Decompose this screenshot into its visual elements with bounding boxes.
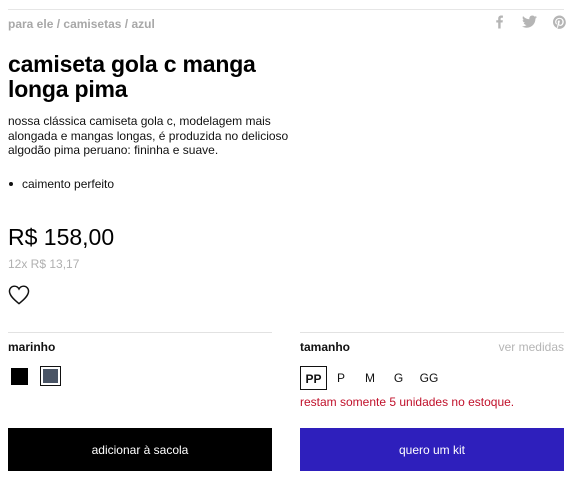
facebook-icon[interactable] (493, 15, 506, 29)
breadcrumb-item-azul[interactable]: azul (131, 17, 154, 31)
breadcrumb-separator: / (53, 17, 64, 31)
swatch-fill (43, 369, 58, 383)
installments-text: 12x R$ 13,17 (8, 257, 80, 271)
color-swatch-marinho[interactable] (40, 366, 61, 386)
product-price: R$ 158,00 (8, 224, 115, 250)
share-icons (493, 15, 566, 29)
size-option-g[interactable]: G (393, 366, 404, 390)
size-option-pp[interactable]: PP (300, 366, 327, 390)
top-divider (8, 9, 564, 10)
color-label: marinho (8, 340, 56, 354)
twitter-icon[interactable] (522, 15, 537, 29)
product-title: camiseta gola c manga longa pima (8, 51, 256, 102)
product-description: nossa clássica camiseta gola c, modelage… (8, 114, 289, 157)
size-divider (300, 332, 564, 333)
breadcrumb-item-para-ele[interactable]: para ele (8, 17, 53, 31)
color-divider (8, 332, 272, 333)
breadcrumb: para ele / camisetas / azul (8, 17, 155, 31)
size-option-m[interactable]: M (364, 366, 376, 390)
color-swatch-black[interactable] (11, 368, 28, 385)
stock-alert: restam somente 5 unidades no estoque. (300, 395, 515, 409)
size-option-gg[interactable]: GG (419, 366, 439, 390)
heart-icon[interactable] (8, 285, 30, 305)
add-to-bag-button[interactable]: adicionar à sacola (8, 428, 272, 471)
feature-item: caimento perfeito (8, 177, 114, 191)
feature-list: caimento perfeito (8, 177, 114, 191)
size-options: PP P M G GG (300, 366, 439, 390)
kit-button[interactable]: quero um kit (300, 428, 564, 471)
size-option-p[interactable]: P (336, 366, 346, 390)
pinterest-icon[interactable] (553, 15, 566, 29)
breadcrumb-separator: / (121, 17, 132, 31)
size-label: tamanho (300, 340, 351, 354)
breadcrumb-item-camisetas[interactable]: camisetas (63, 17, 121, 31)
size-guide-link[interactable]: ver medidas (499, 340, 564, 354)
